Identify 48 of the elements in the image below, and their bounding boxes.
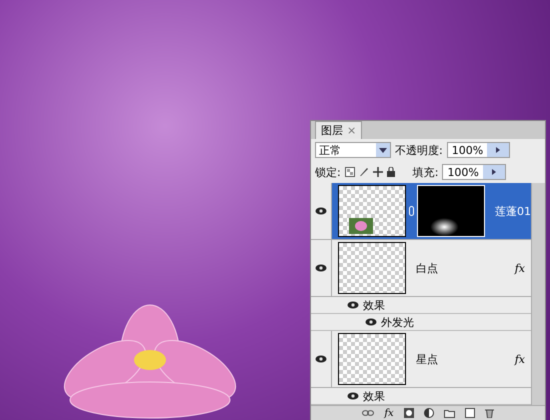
layers-tab[interactable]: 图层 ×	[315, 121, 362, 139]
effects-marker: fx	[514, 262, 525, 274]
eye-icon[interactable]	[365, 318, 377, 326]
effect-row[interactable]: 效果	[311, 297, 531, 314]
layer-thumbnail	[338, 242, 406, 294]
layer-name: 星点	[416, 352, 439, 366]
opacity-label: 不透明度:	[395, 142, 443, 158]
arrow-icon	[492, 169, 496, 175]
effect-name: 效果	[363, 298, 385, 312]
effect-name: 效果	[363, 388, 385, 404]
scrollbar[interactable]	[531, 183, 545, 405]
move-icon[interactable]	[372, 167, 383, 177]
eye-icon[interactable]	[347, 301, 359, 309]
close-icon[interactable]: ×	[347, 124, 356, 137]
chain-icon[interactable]	[409, 206, 414, 216]
new-layer-icon[interactable]	[464, 408, 475, 418]
brush-icon[interactable]	[358, 167, 369, 177]
opacity-field[interactable]: 100%	[446, 142, 510, 158]
half-circle-icon[interactable]	[424, 408, 434, 418]
fill-label: 填充:	[412, 164, 438, 180]
effects-marker: fx	[514, 352, 525, 366]
trash-icon[interactable]	[484, 408, 494, 418]
arrow-icon	[496, 147, 500, 153]
layer-row[interactable]: 白点 fx	[311, 240, 531, 297]
checker-icon[interactable]	[344, 167, 355, 177]
link-icon[interactable]	[362, 410, 374, 416]
layer-row[interactable]: 莲蓬01	[311, 183, 531, 240]
layer-name: 白点	[416, 260, 439, 276]
layer-row[interactable]: 星点 fx	[311, 331, 531, 388]
fill-field[interactable]: 100%	[442, 164, 506, 180]
layer-thumbnail	[338, 333, 406, 385]
eye-icon[interactable]	[315, 264, 327, 272]
effects-button[interactable]: fx	[384, 408, 394, 418]
folder-icon[interactable]	[444, 408, 455, 418]
eye-icon[interactable]	[347, 392, 359, 400]
layer-name: 莲蓬01	[495, 204, 531, 218]
chevron-icon	[379, 148, 387, 152]
lock-icon[interactable]	[386, 167, 395, 177]
mask-icon[interactable]	[404, 408, 414, 418]
mask-thumbnail	[417, 185, 485, 237]
eye-icon[interactable]	[315, 207, 327, 215]
lock-label: 锁定:	[315, 164, 341, 180]
effect-name: 外发光	[381, 314, 414, 330]
effect-row[interactable]: 外发光	[311, 314, 531, 331]
eye-icon[interactable]	[315, 355, 327, 363]
effect-row[interactable]: 效果	[311, 388, 531, 405]
blend-mode-dropdown[interactable]: 正常	[315, 142, 391, 158]
layer-thumbnail	[338, 185, 406, 237]
